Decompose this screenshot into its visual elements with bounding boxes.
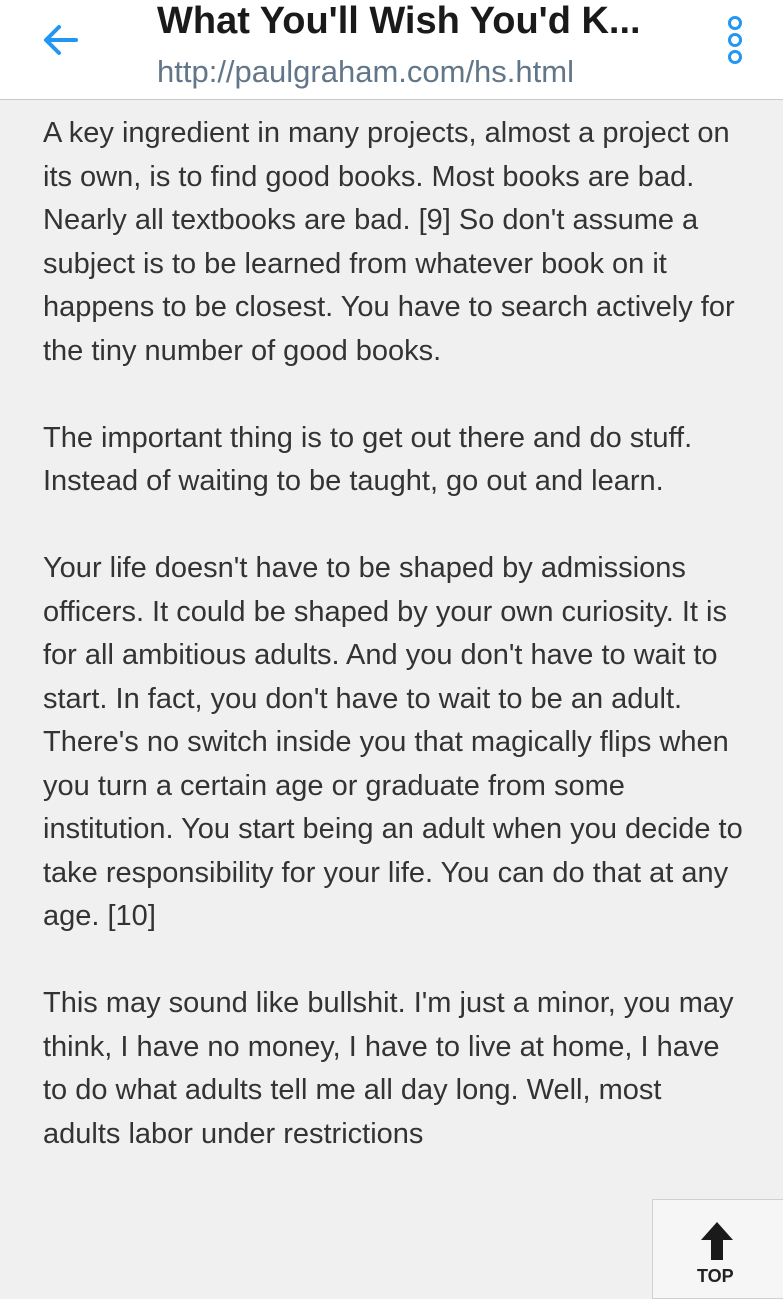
- article-body: A key ingredient in many projects, almos…: [43, 112, 743, 1200]
- scroll-to-top-button[interactable]: TOP: [652, 1199, 783, 1299]
- article-paragraph: The important thing is to get out there …: [43, 421, 693, 498]
- arrow-left-icon: [44, 25, 78, 55]
- app-header: What You'll Wish You'd K... http://paulg…: [0, 0, 783, 100]
- page-url: http://paulgraham.com/hs.html: [157, 54, 574, 89]
- article-paragraph: A key ingredient in many projects, almos…: [43, 117, 735, 367]
- page-title: What You'll Wish You'd K...: [157, 0, 641, 42]
- back-button[interactable]: [30, 18, 90, 62]
- article-paragraph: Your life doesn't have to be shaped by a…: [43, 552, 743, 932]
- arrow-up-icon: [701, 1222, 733, 1260]
- more-options-button[interactable]: [716, 14, 754, 68]
- article-paragraph: This may sound like bullshit. I'm just a…: [43, 987, 734, 1150]
- scroll-to-top-label: TOP: [697, 1266, 734, 1286]
- more-vertical-icon: [728, 16, 742, 64]
